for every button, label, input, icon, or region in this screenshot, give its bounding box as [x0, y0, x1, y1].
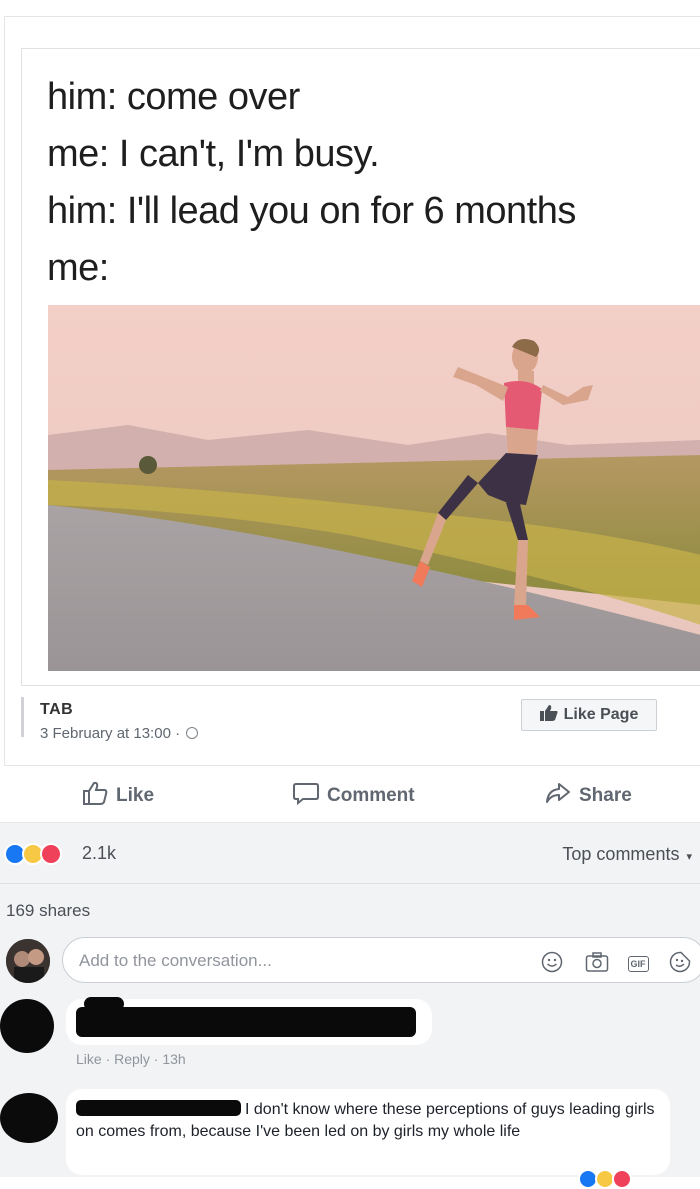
globe-icon: [186, 727, 199, 739]
like-label: Like: [116, 785, 155, 806]
comment-sort-label: Top comments: [562, 844, 680, 864]
share-arrow-icon: [545, 781, 571, 811]
shares-count[interactable]: 169 shares: [6, 901, 90, 921]
meme-image: him: come over me: I can't, I'm busy. hi…: [21, 48, 700, 686]
like-button[interactable]: Like: [82, 781, 154, 811]
share-button[interactable]: Share: [545, 781, 632, 811]
meme-line: him: I'll lead you on for 6 months: [47, 190, 576, 232]
post-date: 3 February at 13:00 ·: [40, 725, 199, 742]
reaction-icons[interactable]: [4, 843, 62, 865]
camera-icon[interactable]: [585, 951, 609, 973]
like-page-button[interactable]: Like Page: [521, 699, 657, 731]
divider: [21, 697, 24, 737]
meme-text: him: come over me: I can't, I'm busy. hi…: [47, 69, 576, 297]
like-page-label: Like Page: [563, 706, 639, 723]
share-label: Share: [579, 785, 632, 806]
page-name[interactable]: TAB: [40, 701, 73, 719]
comment-button[interactable]: Comment: [293, 781, 415, 811]
comment-label: Comment: [327, 785, 415, 806]
comment-reactions[interactable]: [578, 1169, 632, 1189]
comment: I don't know where these perceptions of …: [0, 1087, 700, 1189]
redacted-name: [76, 1100, 241, 1116]
comment-meta[interactable]: Like · Reply · 13h: [76, 1051, 186, 1067]
page-info-bar: TAB 3 February at 13:00 · Like Page: [21, 687, 700, 749]
gif-icon[interactable]: GIF: [625, 951, 651, 973]
meme-line: me: I can't, I'm busy.: [47, 133, 380, 175]
post-actions: Like Comment Share: [0, 766, 700, 823]
sticker-icon[interactable]: [669, 951, 691, 973]
meme-line: me:: [47, 247, 109, 289]
avatar[interactable]: [6, 939, 50, 983]
thumbs-up-icon: [539, 704, 558, 726]
comment-bubble-icon: [293, 781, 319, 811]
comment-text: I don't know where these perceptions of …: [76, 1099, 656, 1143]
post-date-text[interactable]: 3 February at 13:00 ·: [40, 725, 180, 742]
love-reaction-icon: [612, 1169, 632, 1189]
comment-input[interactable]: Add to the conversation... GIF: [62, 937, 700, 983]
reaction-count[interactable]: 2.1k: [82, 843, 116, 864]
comment-sort-dropdown[interactable]: Top comments ▾: [562, 844, 692, 865]
gif-label: GIF: [627, 956, 649, 972]
avatar[interactable]: [0, 1093, 58, 1143]
chevron-down-icon: ▾: [686, 851, 692, 863]
comment-composer: Add to the conversation... GIF: [0, 935, 700, 987]
reactions-bar: 2.1k Top comments ▾: [0, 823, 700, 884]
comment: Like · Reply · 13h: [0, 995, 700, 1075]
avatar[interactable]: [0, 999, 54, 1053]
meme-line: him: come over: [47, 76, 300, 118]
comments-section: 2.1k Top comments ▾ 169 shares Add to th…: [0, 823, 700, 1189]
thumbs-up-outline-icon: [82, 781, 108, 811]
love-reaction-icon: [40, 843, 62, 865]
comment-input-placeholder: Add to the conversation...: [79, 951, 272, 970]
redacted-comment: [76, 1007, 416, 1037]
redacted-name: [84, 997, 124, 1011]
running-woman-photo: [48, 305, 700, 671]
emoji-icon[interactable]: [541, 951, 563, 973]
